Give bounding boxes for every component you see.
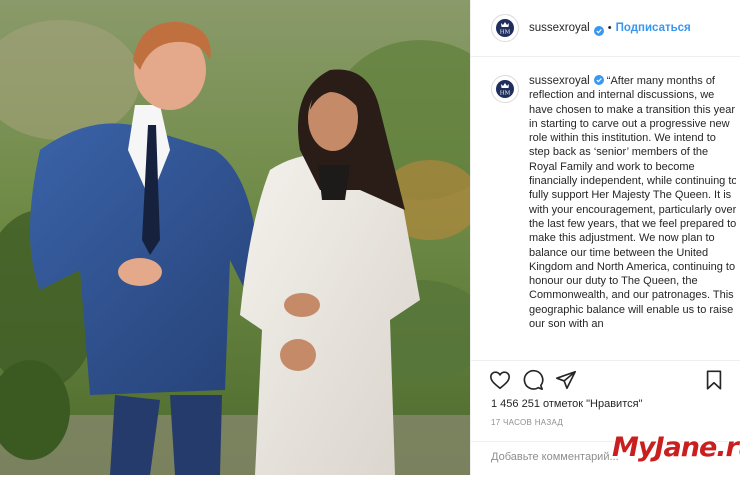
caption-avatar[interactable]: HM [491, 75, 519, 103]
comment-icon[interactable] [522, 369, 544, 391]
post-timestamp[interactable]: 17 ЧАСОВ НАЗАД [491, 418, 563, 427]
post-photo[interactable] [0, 0, 470, 475]
verified-badge-icon [593, 75, 604, 85]
post-side-panel: HM sussexroyal • Подписаться HM sussexro… [470, 0, 740, 475]
site-watermark: MyJane.ru [612, 432, 740, 463]
username-link[interactable]: sussexroyal [529, 22, 590, 34]
svg-text:HM: HM [500, 91, 511, 97]
post-header: HM sussexroyal • Подписаться [471, 0, 740, 57]
caption-block: HM sussexroyal “After many months of ref… [491, 70, 736, 360]
action-icons [489, 369, 729, 393]
caption-text: “After many months of reflection and int… [529, 75, 736, 331]
caption-text-block: sussexroyal “After many months of reflec… [529, 74, 736, 331]
post-photo-image [0, 0, 470, 475]
verified-badge-icon [593, 23, 604, 36]
follow-button[interactable]: Подписаться [616, 22, 691, 34]
likes-count[interactable]: 1 456 251 отметок "Нравится" [491, 398, 642, 410]
share-icon[interactable] [555, 369, 577, 391]
heart-icon[interactable] [489, 369, 511, 391]
instagram-post-window: HM sussexroyal • Подписаться HM sussexro… [0, 0, 740, 475]
caption-username-link[interactable]: sussexroyal [529, 75, 590, 87]
avatar[interactable]: HM [491, 14, 519, 42]
sussex-cypher-logo: HM [496, 19, 514, 37]
bookmark-icon[interactable] [703, 369, 725, 391]
sussex-cypher-logo: HM [496, 80, 514, 98]
separator-dot: • [607, 22, 612, 34]
svg-text:HM: HM [500, 30, 511, 36]
